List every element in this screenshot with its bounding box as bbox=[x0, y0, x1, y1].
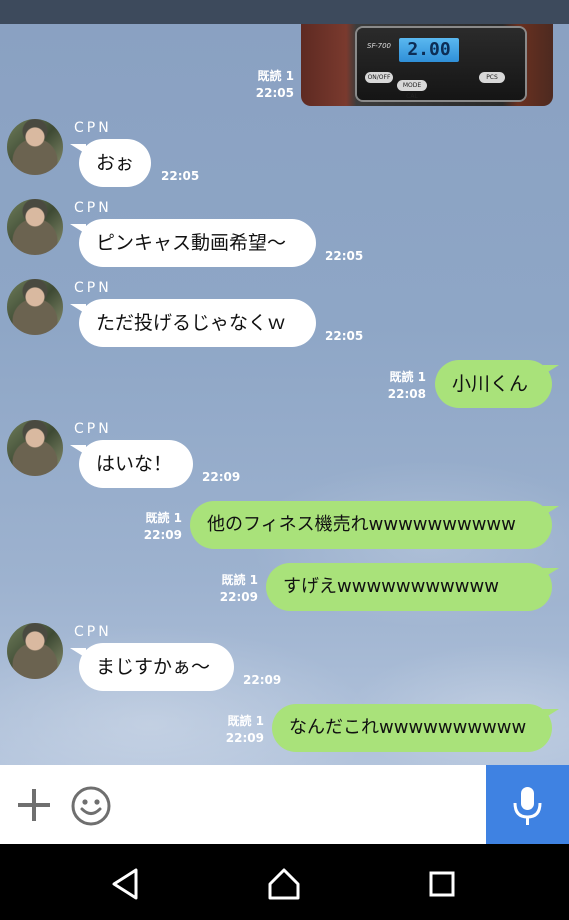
read-meta: 既読 1 22:05 bbox=[230, 68, 294, 102]
microphone-icon bbox=[513, 787, 542, 825]
message-time: 22:09 bbox=[202, 470, 241, 484]
scale-onoff-button: ON/OFF bbox=[365, 72, 393, 83]
scale-model-label: SF-700 bbox=[367, 42, 391, 50]
bubble-tail bbox=[543, 506, 559, 516]
plus-icon[interactable] bbox=[14, 785, 54, 825]
back-triangle-icon[interactable] bbox=[106, 864, 146, 904]
photo-message[interactable]: SF-700 2.00 ON/OFF MODE CAL PCS bbox=[301, 24, 553, 106]
sender-name: CPN bbox=[74, 280, 112, 296]
bubble-tail bbox=[543, 365, 559, 375]
message-time: 22:05 bbox=[255, 86, 294, 100]
sender-name: CPN bbox=[74, 624, 112, 640]
read-receipt: 既読 1 bbox=[257, 69, 294, 83]
avatar[interactable] bbox=[7, 119, 63, 175]
bubble-tail bbox=[543, 568, 559, 578]
recents-square-icon[interactable] bbox=[422, 864, 462, 904]
message-time: 22:09 bbox=[219, 590, 258, 604]
incoming-message[interactable]: おぉ bbox=[79, 139, 151, 187]
message-time: 22:09 bbox=[225, 731, 264, 745]
status-bar bbox=[0, 0, 569, 24]
sender-name: CPN bbox=[74, 200, 112, 216]
home-icon[interactable] bbox=[264, 864, 304, 904]
message-input-bar bbox=[0, 765, 569, 844]
outgoing-message[interactable]: なんだこれwwwwwwwwww bbox=[272, 704, 552, 752]
avatar[interactable] bbox=[7, 420, 63, 476]
chat-area[interactable]: 既読 1 22:05 SF-700 2.00 ON/OFF MODE CAL P… bbox=[0, 24, 569, 765]
avatar[interactable] bbox=[7, 199, 63, 255]
message-time: 22:08 bbox=[387, 387, 426, 401]
avatar[interactable] bbox=[7, 279, 63, 335]
scale-display: 2.00 bbox=[399, 38, 459, 62]
incoming-message[interactable]: ピンキャス動画希望〜 bbox=[79, 219, 316, 267]
scale-image: SF-700 2.00 ON/OFF MODE CAL PCS bbox=[357, 28, 525, 100]
message-time: 22:09 bbox=[143, 528, 182, 542]
incoming-message[interactable]: ただ投げるじゃなくｗ bbox=[79, 299, 316, 347]
avatar[interactable] bbox=[7, 623, 63, 679]
read-meta: 既読 1 22:09 bbox=[118, 510, 182, 544]
read-meta: 既読 1 22:09 bbox=[200, 713, 264, 747]
read-receipt: 既読 1 bbox=[227, 714, 264, 728]
outgoing-message[interactable]: 他のフィネス機売れwwwwwwwwww bbox=[190, 501, 552, 549]
message-time: 22:05 bbox=[161, 169, 200, 183]
outgoing-message[interactable]: すげえwwwwwwwwwww bbox=[266, 563, 552, 611]
outgoing-message[interactable]: 小川くん bbox=[435, 360, 552, 408]
sender-name: CPN bbox=[74, 421, 112, 437]
read-meta: 既読 1 22:09 bbox=[194, 572, 258, 606]
system-nav-bar bbox=[0, 844, 569, 920]
message-time: 22:05 bbox=[325, 329, 364, 343]
sender-name: CPN bbox=[74, 120, 112, 136]
read-meta: 既読 1 22:08 bbox=[362, 369, 426, 403]
message-time: 22:09 bbox=[243, 673, 282, 687]
scale-pcs-button: PCS bbox=[479, 72, 505, 83]
incoming-message[interactable]: まじすかぁ〜 bbox=[79, 643, 234, 691]
scale-mode-button: MODE CAL bbox=[397, 80, 427, 100]
read-receipt: 既読 1 bbox=[145, 511, 182, 525]
smiley-icon[interactable] bbox=[70, 785, 112, 827]
read-receipt: 既読 1 bbox=[389, 370, 426, 384]
bubble-tail bbox=[543, 709, 559, 719]
message-time: 22:05 bbox=[325, 249, 364, 263]
microphone-button[interactable] bbox=[486, 765, 569, 844]
incoming-message[interactable]: はいな！ bbox=[79, 440, 193, 488]
read-receipt: 既読 1 bbox=[221, 573, 258, 587]
